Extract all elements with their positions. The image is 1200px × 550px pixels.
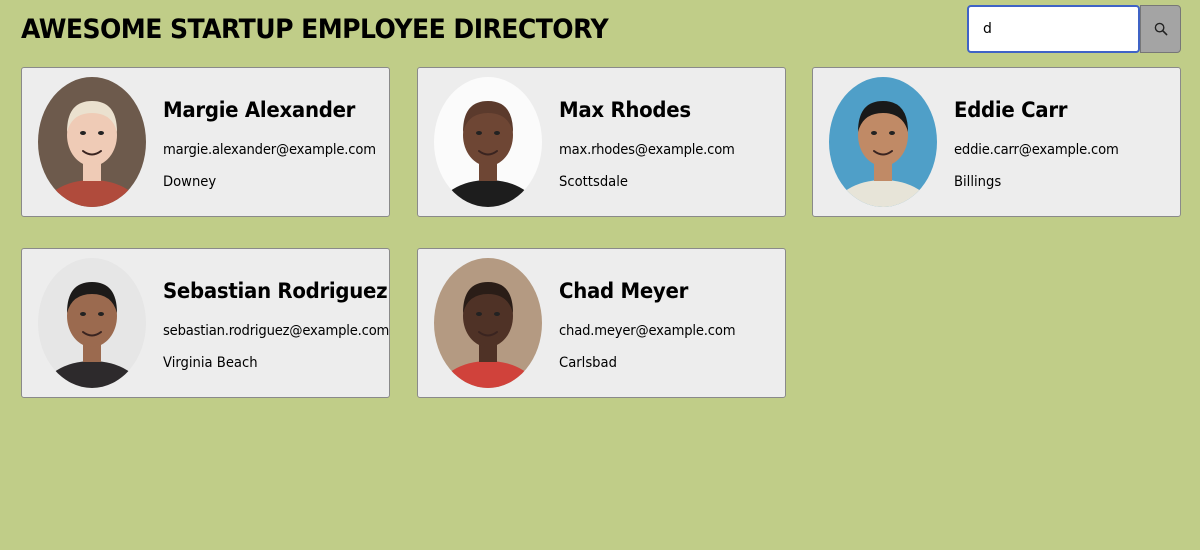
employee-email: chad.meyer@example.com (559, 323, 736, 339)
employee-name: Max Rhodes (559, 98, 691, 122)
employee-card[interactable]: Eddie Carr eddie.carr@example.com Billings (812, 67, 1181, 217)
employee-card[interactable]: Sebastian Rodriguez sebastian.rodriguez@e… (21, 248, 390, 398)
avatar (434, 77, 542, 207)
employee-name: Sebastian Rodriguez (163, 279, 388, 303)
search-button[interactable] (1140, 5, 1181, 53)
employee-city: Billings (954, 174, 1002, 190)
employee-name: Chad Meyer (559, 279, 689, 303)
employee-name: Margie Alexander (163, 98, 356, 122)
employee-name: Eddie Carr (954, 98, 1068, 122)
employee-card[interactable]: Margie Alexander margie.alexander@example… (21, 67, 390, 217)
employee-email: eddie.carr@example.com (954, 142, 1119, 158)
search-input[interactable] (967, 5, 1140, 53)
avatar (38, 77, 146, 207)
employee-email: margie.alexander@example.com (163, 142, 376, 158)
avatar (38, 258, 146, 388)
avatar (434, 258, 542, 388)
search-icon (1154, 22, 1168, 36)
employee-city: Downey (163, 174, 217, 190)
employee-city: Virginia Beach (163, 355, 258, 371)
employee-email: max.rhodes@example.com (559, 142, 735, 158)
employee-city: Carlsbad (559, 355, 617, 371)
employee-card[interactable]: Chad Meyer chad.meyer@example.com Carlsbad (417, 248, 786, 398)
employee-card[interactable]: Max Rhodes max.rhodes@example.com Scottsda… (417, 67, 786, 217)
avatar (829, 77, 937, 207)
employee-city: Scottsdale (559, 174, 628, 190)
employee-email: sebastian.rodriguez@example.com (163, 323, 390, 339)
search-bar (967, 5, 1181, 53)
page-title: AWESOME STARTUP EMPLOYEE DIRECTORY (21, 14, 609, 45)
